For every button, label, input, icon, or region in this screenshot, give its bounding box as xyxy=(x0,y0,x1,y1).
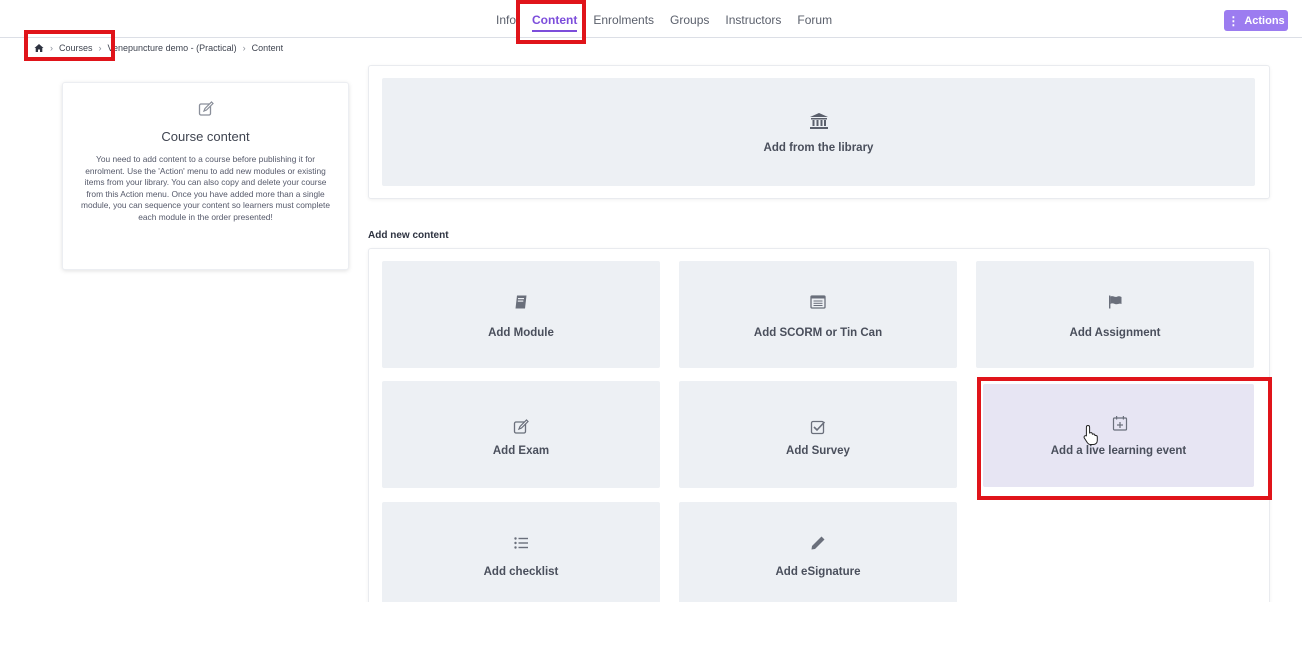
tab-instructors[interactable]: Instructors xyxy=(717,0,789,38)
highlight-box xyxy=(977,377,1272,500)
add-exam-button[interactable]: Add Exam xyxy=(382,381,660,488)
book-icon xyxy=(515,295,527,309)
blank-area xyxy=(0,602,1302,666)
breadcrumb-course[interactable]: Venepuncture demo - (Practical) xyxy=(108,43,237,53)
add-scorm-label: Add SCORM or Tin Can xyxy=(753,327,883,339)
add-assignment-label: Add Assignment xyxy=(1069,327,1161,339)
add-checklist-button[interactable]: Add checklist xyxy=(382,502,660,609)
add-scorm-button[interactable]: Add SCORM or Tin Can xyxy=(679,261,957,368)
add-esignature-label: Add eSignature xyxy=(775,566,861,578)
breadcrumb-current: Content xyxy=(251,43,284,53)
tab-groups[interactable]: Groups xyxy=(662,0,717,38)
add-new-content-heading: Add new content xyxy=(368,230,449,241)
course-content-info-panel: Course content You need to add content t… xyxy=(62,82,349,270)
breadcrumb-separator: › xyxy=(242,43,246,53)
pencil-icon xyxy=(811,536,825,550)
edit-icon xyxy=(513,419,529,434)
add-exam-label: Add Exam xyxy=(492,445,550,457)
add-survey-label: Add Survey xyxy=(786,445,850,457)
add-module-button[interactable]: Add Module xyxy=(382,261,660,368)
checkbox-icon xyxy=(810,420,826,435)
info-panel-title: Course content xyxy=(161,129,250,144)
actions-button-label: Actions xyxy=(1244,14,1285,27)
add-assignment-button[interactable]: Add Assignment xyxy=(976,261,1254,368)
tab-enrolments[interactable]: Enrolments xyxy=(585,0,662,38)
library-icon xyxy=(810,113,828,129)
more-vertical-icon: ⋮ xyxy=(1227,13,1240,28)
edit-icon xyxy=(198,101,214,116)
tab-forum[interactable]: Forum xyxy=(789,0,840,38)
actions-button[interactable]: ⋮ Actions xyxy=(1224,10,1288,31)
add-module-label: Add Module xyxy=(488,327,554,339)
add-from-library-button[interactable]: Add from the library xyxy=(382,78,1255,186)
info-panel-description: You need to add content to a course befo… xyxy=(80,154,331,222)
highlight-box xyxy=(24,30,115,61)
flag-icon xyxy=(1109,295,1122,309)
add-from-library-label: Add from the library xyxy=(763,142,874,154)
add-esignature-button[interactable]: Add eSignature xyxy=(679,502,957,609)
list-icon xyxy=(514,537,528,549)
highlight-box xyxy=(516,0,586,44)
add-survey-button[interactable]: Add Survey xyxy=(679,381,957,488)
add-checklist-label: Add checklist xyxy=(483,566,559,578)
top-nav-bar: Info Content Enrolments Groups Instructo… xyxy=(0,0,1302,38)
scorm-icon xyxy=(810,295,826,309)
